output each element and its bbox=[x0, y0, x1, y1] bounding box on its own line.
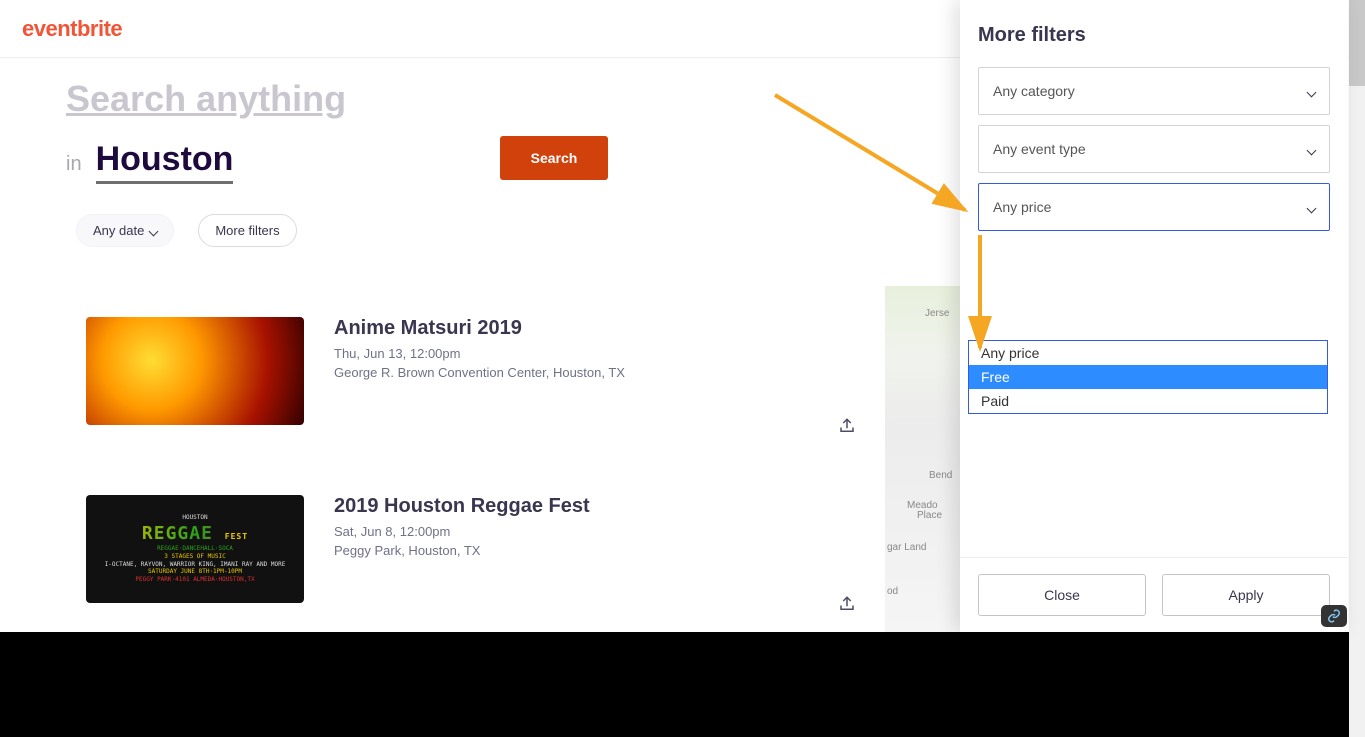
map-label: Bend bbox=[929, 470, 952, 481]
event-location: George R. Brown Convention Center, Houst… bbox=[334, 365, 625, 380]
price-select-label: Any price bbox=[993, 199, 1051, 215]
scrollbar-thumb[interactable] bbox=[1349, 0, 1365, 86]
any-date-pill[interactable]: Any date bbox=[76, 214, 174, 247]
event-info: Anime Matsuri 2019 Thu, Jun 13, 12:00pm … bbox=[334, 317, 625, 380]
share-icon[interactable] bbox=[838, 417, 856, 435]
map-label: Place bbox=[917, 510, 942, 521]
category-select-label: Any category bbox=[993, 83, 1075, 99]
map-label: Jerse bbox=[925, 308, 949, 319]
more-filters-label: More filters bbox=[215, 223, 279, 238]
category-select[interactable]: Any category bbox=[978, 67, 1330, 115]
more-filters-pill[interactable]: More filters bbox=[198, 214, 296, 247]
event-title: Anime Matsuri 2019 bbox=[334, 317, 625, 340]
event-type-select-label: Any event type bbox=[993, 141, 1086, 157]
link-badge-icon[interactable] bbox=[1321, 605, 1347, 627]
footer-blackbar bbox=[0, 632, 1350, 737]
logo[interactable]: eventbrite bbox=[22, 16, 122, 42]
close-button[interactable]: Close bbox=[978, 574, 1146, 616]
map-sliver[interactable]: Jerse Bend Meado Place gar Land od bbox=[885, 286, 960, 632]
event-title: 2019 Houston Reggae Fest bbox=[334, 495, 590, 518]
chevron-down-icon bbox=[1308, 199, 1315, 215]
map-label: od bbox=[887, 586, 898, 597]
event-thumbnail: HOUSTON REGGAE FEST REGGAE·DANCEHALL·SOC… bbox=[86, 495, 304, 603]
event-card[interactable]: Anime Matsuri 2019 Thu, Jun 13, 12:00pm … bbox=[66, 317, 926, 495]
event-info: 2019 Houston Reggae Fest Sat, Jun 8, 12:… bbox=[334, 495, 590, 558]
event-date: Sat, Jun 8, 12:00pm bbox=[334, 524, 590, 539]
chevron-down-icon bbox=[150, 223, 157, 238]
panel-title: More filters bbox=[960, 0, 1348, 67]
scrollbar-track[interactable] bbox=[1349, 0, 1365, 737]
event-type-select[interactable]: Any event type bbox=[978, 125, 1330, 173]
chevron-down-icon bbox=[1308, 83, 1315, 99]
chevron-down-icon bbox=[1308, 141, 1315, 157]
price-option-paid[interactable]: Paid bbox=[969, 389, 1327, 413]
event-date: Thu, Jun 13, 12:00pm bbox=[334, 346, 625, 361]
any-date-label: Any date bbox=[93, 223, 144, 238]
price-option-free[interactable]: Free bbox=[969, 365, 1327, 389]
price-dropdown: Any price Free Paid bbox=[968, 340, 1328, 414]
search-button[interactable]: Search bbox=[500, 136, 608, 180]
map-label: gar Land bbox=[887, 542, 926, 553]
more-filters-panel: More filters Any category Any event type… bbox=[960, 0, 1348, 632]
in-label: in bbox=[66, 153, 82, 176]
price-option-any[interactable]: Any price bbox=[969, 341, 1327, 365]
location-name[interactable]: Houston bbox=[96, 140, 234, 184]
panel-footer: Close Apply bbox=[960, 557, 1348, 632]
apply-button[interactable]: Apply bbox=[1162, 574, 1330, 616]
price-select[interactable]: Any price bbox=[978, 183, 1330, 231]
share-icon[interactable] bbox=[838, 595, 856, 613]
event-thumbnail bbox=[86, 317, 304, 425]
event-location: Peggy Park, Houston, TX bbox=[334, 543, 590, 558]
